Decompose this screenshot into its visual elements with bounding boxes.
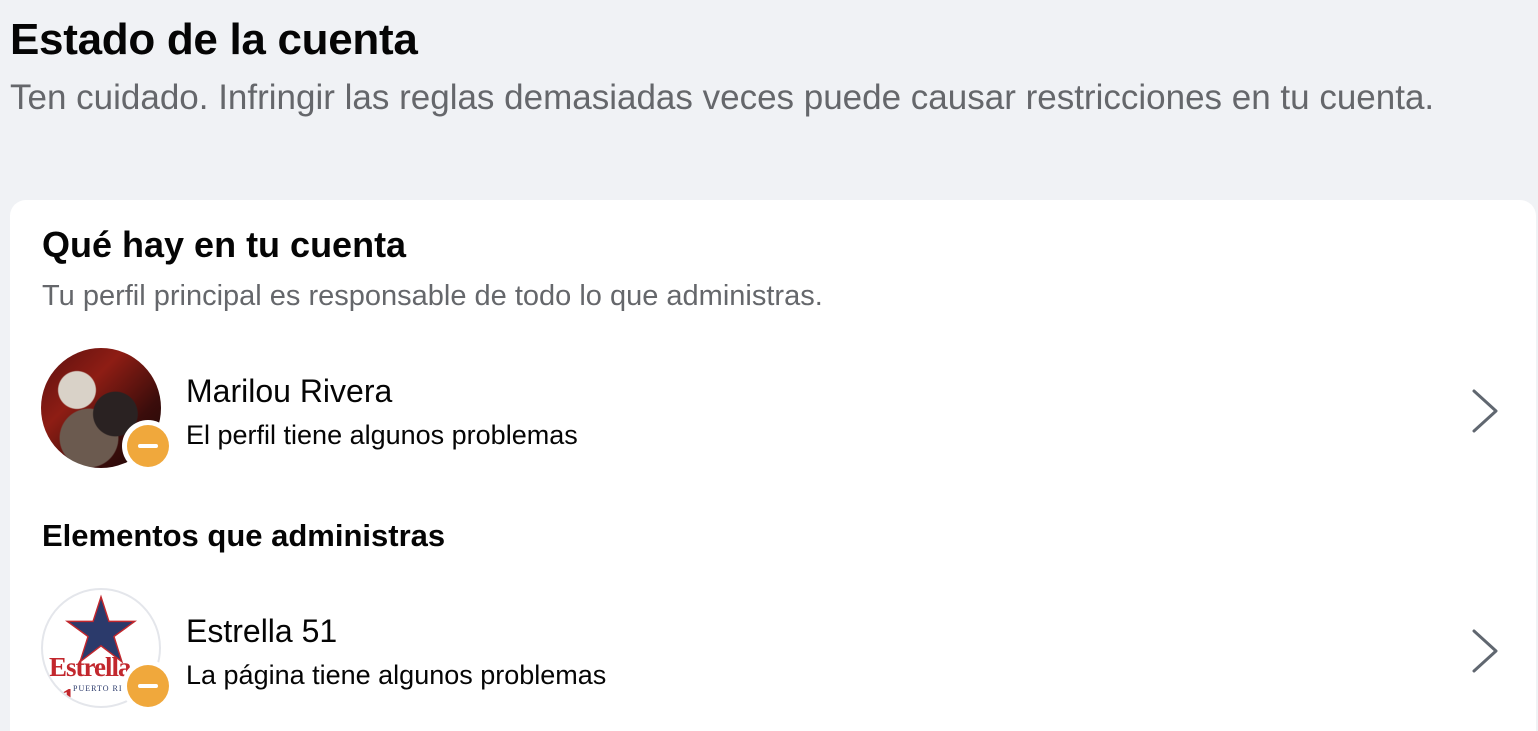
- profile-row[interactable]: Marilou Rivera El perfil tiene algunos p…: [10, 346, 1536, 472]
- profile-status: El perfil tiene algunos problemas: [186, 420, 578, 450]
- managed-item-row[interactable]: Estrella 51 PUERTO RICO Estrella 51 La p…: [10, 586, 1536, 712]
- card-title: Qué hay en tu cuenta: [42, 224, 407, 265]
- chevron-right-icon: [1472, 389, 1498, 433]
- managed-item-name: Estrella 51: [186, 613, 338, 649]
- page-subtitle: Ten cuidado. Infringir las reglas demasi…: [10, 78, 1435, 117]
- warning-minus-icon: [122, 420, 174, 472]
- account-status-page: Estado de la cuenta Ten cuidado. Infring…: [0, 0, 1538, 731]
- page-title: Estado de la cuenta: [10, 15, 418, 64]
- account-card: Qué hay en tu cuenta Tu perfil principal…: [10, 200, 1536, 731]
- managed-section-title: Elementos que administras: [42, 518, 446, 553]
- managed-item-status: La página tiene algunos problemas: [186, 660, 607, 690]
- profile-name: Marilou Rivera: [186, 373, 393, 409]
- warning-minus-icon: [122, 660, 174, 712]
- card-subtitle: Tu perfil principal es responsable de to…: [42, 280, 823, 312]
- chevron-right-icon: [1472, 629, 1498, 673]
